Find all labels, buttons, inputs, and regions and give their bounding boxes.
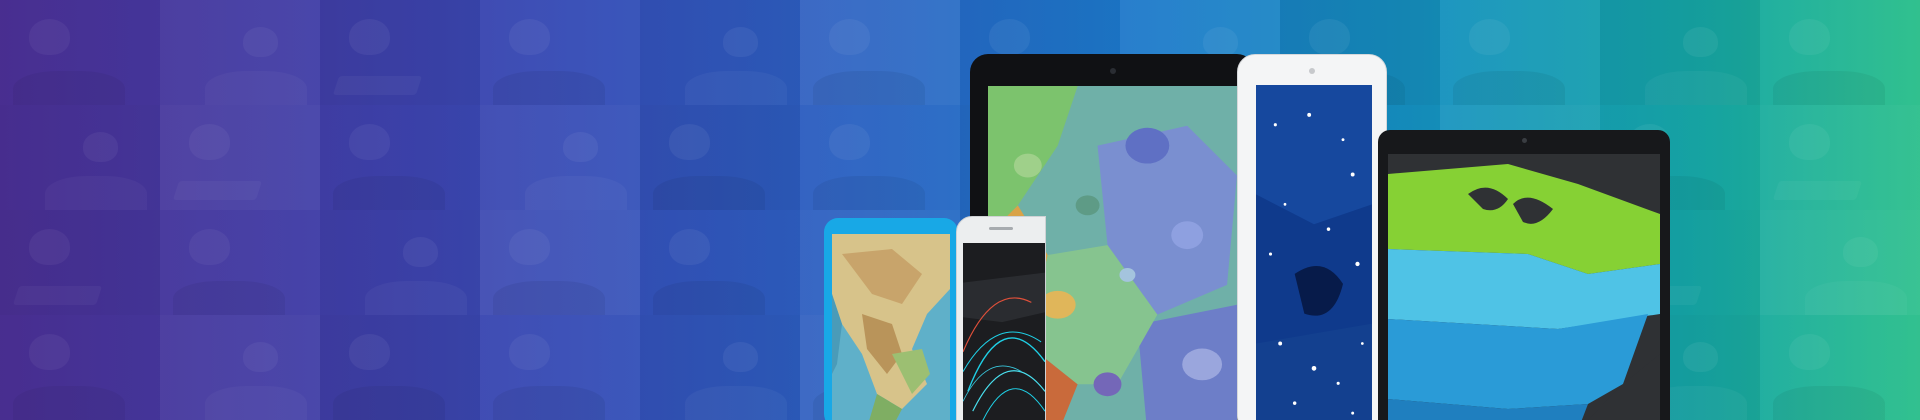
laptop-camera	[1522, 138, 1527, 143]
tablet-camera	[1309, 68, 1316, 74]
white-tablet	[1237, 54, 1387, 420]
hero-banner	[0, 0, 1920, 420]
us-climate-zone-map	[1388, 154, 1660, 420]
mexico-relief-map	[832, 234, 950, 420]
blue-phone	[824, 218, 958, 420]
connection-arcs-map	[963, 243, 1045, 420]
phone-speaker	[989, 227, 1013, 230]
tablet-camera	[1109, 68, 1116, 74]
laptop	[1378, 130, 1670, 420]
white-phone	[956, 216, 1046, 420]
night-lights-satellite-map	[1256, 85, 1372, 420]
